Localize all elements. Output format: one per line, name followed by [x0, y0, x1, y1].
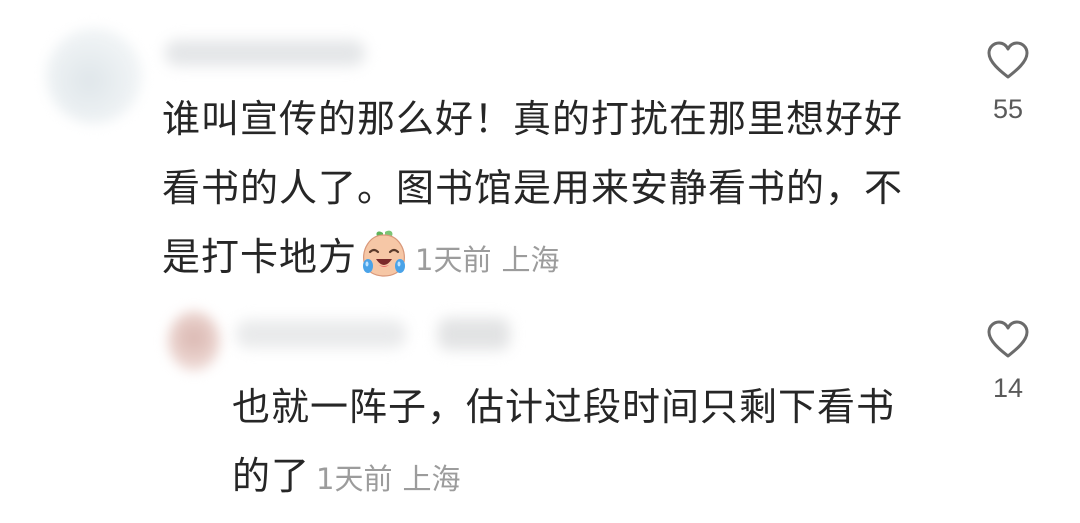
like-count: 14	[992, 373, 1024, 403]
heart-icon	[987, 320, 1029, 358]
heart-icon	[987, 41, 1029, 79]
comment-location: 上海	[501, 243, 560, 277]
reply-comment: 也就一阵子，估计过段时间只剩下看书 的了 1天前 上海 14	[0, 295, 1080, 523]
comment-time: 1天前	[316, 462, 393, 496]
like-button[interactable]: 55	[973, 40, 1043, 125]
avatar[interactable]	[46, 28, 142, 124]
comment-text-line: 是打卡地方 1天前 上海	[162, 223, 922, 295]
comment-location: 上海	[402, 462, 461, 496]
username-blurred[interactable]	[236, 320, 406, 348]
comment-text-line: 也就一阵子，估计过段时间只剩下看书	[232, 385, 896, 429]
comment-text-line: 的了 1天前 上海	[232, 442, 922, 514]
comment-meta: 1天前 上海	[316, 462, 460, 496]
comment-time: 1天前	[415, 243, 492, 277]
comment-text[interactable]: 谁叫宣传的那么好！真的打扰在那里想好好 看书的人了。图书馆是用来安静看书的，不 …	[162, 85, 922, 295]
comment-text[interactable]: 也就一阵子，估计过段时间只剩下看书 的了 1天前 上海	[232, 373, 922, 514]
comment-text-line: 看书的人了。图书馆是用来安静看书的，不	[162, 166, 904, 210]
avatar[interactable]	[168, 311, 220, 371]
comment-text-segment: 的了	[232, 454, 311, 498]
username-blurred[interactable]	[165, 40, 365, 66]
like-count: 55	[992, 94, 1024, 124]
comment-meta: 1天前 上海	[415, 243, 559, 277]
crying-laughing-face-emoji-icon	[359, 228, 409, 278]
like-button[interactable]: 14	[973, 319, 1043, 404]
username-tag-blurred	[438, 318, 510, 350]
comment-text-segment: 是打卡地方	[162, 235, 358, 279]
comment: 谁叫宣传的那么好！真的打扰在那里想好好 看书的人了。图书馆是用来安静看书的，不 …	[0, 0, 1080, 290]
comment-text-line: 谁叫宣传的那么好！真的打扰在那里想好好	[162, 97, 904, 141]
